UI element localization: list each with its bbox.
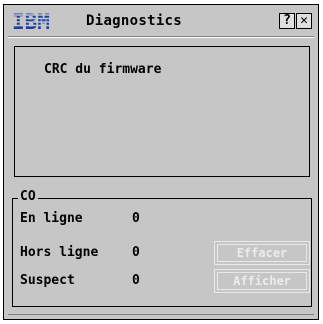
offline-value: 0 bbox=[132, 245, 140, 260]
close-button[interactable]: ✕ bbox=[296, 13, 312, 29]
diagnostics-window: IBM Diagnostics ? ✕ CRC du firmware CO E… bbox=[3, 4, 319, 320]
title-separator bbox=[8, 36, 314, 38]
suspect-value: 0 bbox=[132, 273, 140, 288]
title-bar[interactable]: IBM Diagnostics ? ✕ bbox=[4, 5, 318, 35]
help-button[interactable]: ? bbox=[279, 13, 295, 29]
list-item-firmware-crc[interactable]: CRC du firmware bbox=[44, 62, 161, 77]
co-group-label: CO bbox=[18, 189, 38, 204]
window-title: Diagnostics bbox=[86, 13, 183, 29]
offline-label: Hors ligne bbox=[20, 245, 99, 260]
show-button[interactable]: Afficher bbox=[214, 269, 310, 293]
bottom-separator bbox=[8, 314, 314, 315]
ibm-logo: IBM bbox=[11, 10, 59, 33]
suspect-label: Suspect bbox=[20, 273, 75, 288]
close-icon: ✕ bbox=[300, 13, 308, 28]
clear-button[interactable]: Effacer bbox=[214, 241, 310, 265]
online-value: 0 bbox=[132, 211, 140, 226]
diagnostics-list[interactable]: CRC du firmware bbox=[14, 46, 310, 177]
online-label: En ligne bbox=[20, 211, 83, 226]
